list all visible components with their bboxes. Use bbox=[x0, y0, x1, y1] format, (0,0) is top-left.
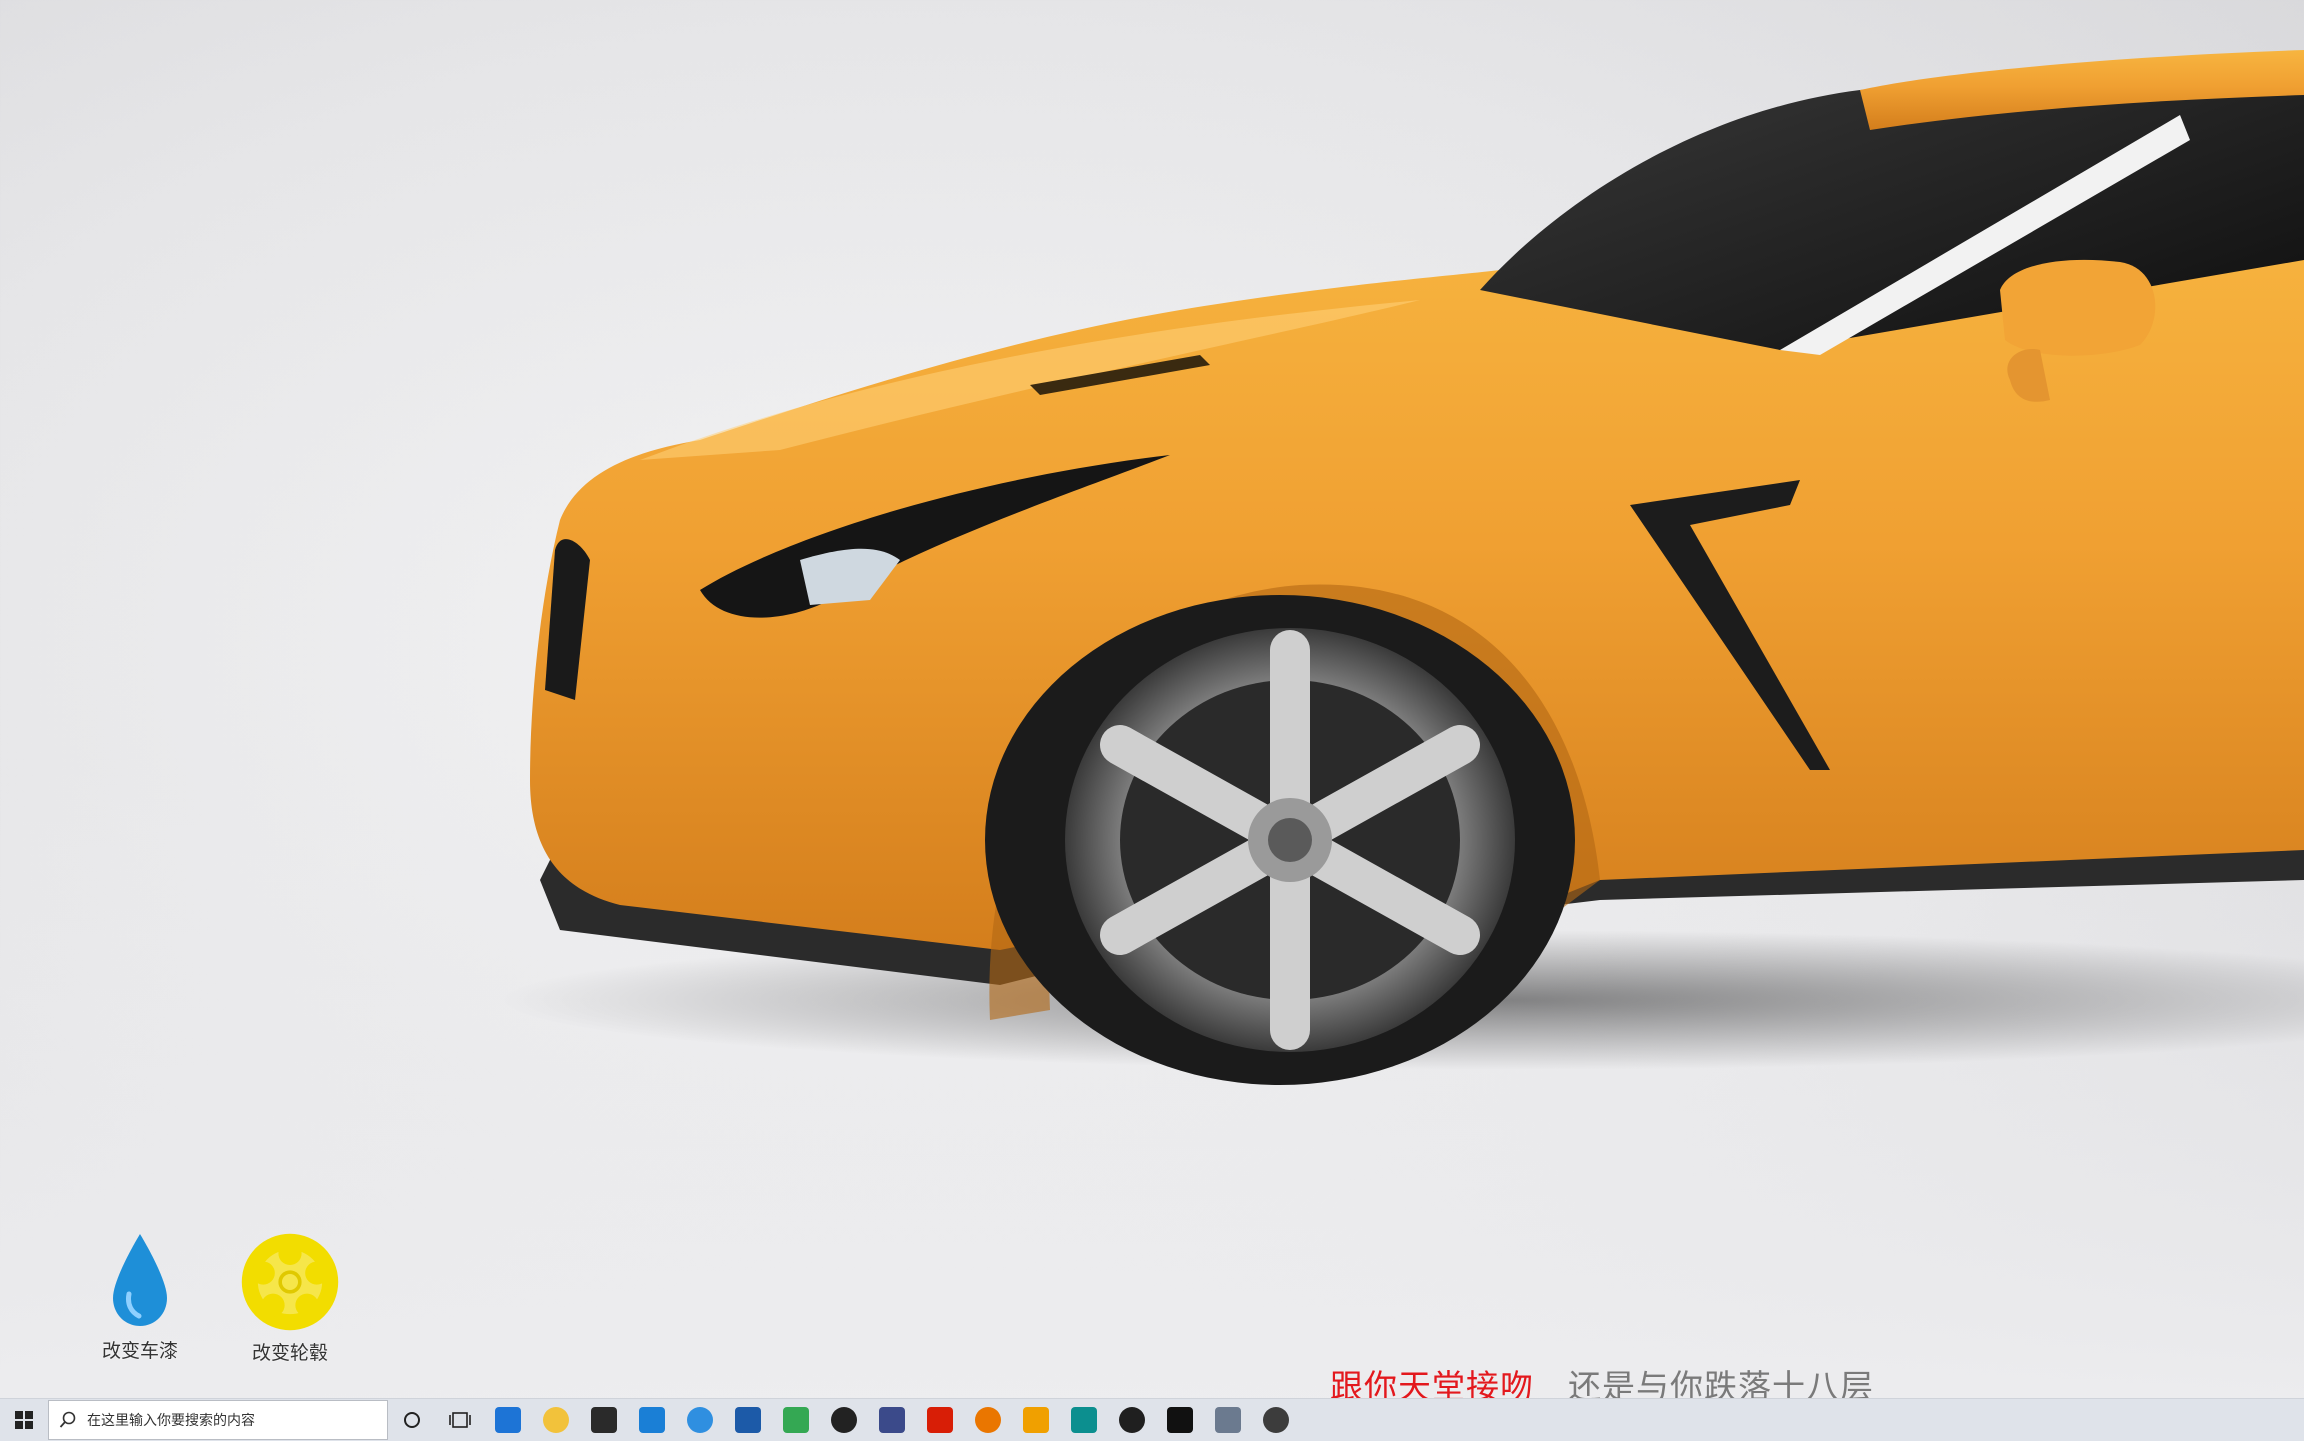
3dsmax-icon bbox=[1071, 1407, 1097, 1433]
cortana-circle-icon bbox=[404, 1412, 420, 1428]
taskbar-app-7[interactable] bbox=[820, 1399, 868, 1441]
record-app-icon bbox=[831, 1407, 857, 1433]
task-view-button[interactable] bbox=[436, 1399, 484, 1441]
taskbar-app-5[interactable] bbox=[724, 1399, 772, 1441]
pinned-apps bbox=[484, 1399, 1300, 1441]
taskbar-app-6[interactable] bbox=[772, 1399, 820, 1441]
change-paint-button[interactable]: 改变车漆 bbox=[70, 1230, 210, 1363]
taskbar-app-9[interactable] bbox=[916, 1399, 964, 1441]
taskbar-app-3[interactable] bbox=[628, 1399, 676, 1441]
blender-icon bbox=[975, 1407, 1001, 1433]
davinci-icon bbox=[1119, 1407, 1145, 1433]
taskbar-app-1[interactable] bbox=[532, 1399, 580, 1441]
wheel-rim-icon bbox=[241, 1233, 339, 1331]
windows-logo-icon bbox=[15, 1411, 33, 1429]
taskbar: 在这里输入你要搜索的内容 bbox=[0, 1398, 2304, 1441]
globe-app-icon bbox=[879, 1407, 905, 1433]
taskbar-app-14[interactable] bbox=[1156, 1399, 1204, 1441]
taskbar-app-8[interactable] bbox=[868, 1399, 916, 1441]
taskbar-app-2[interactable] bbox=[580, 1399, 628, 1441]
taskbar-app-0[interactable] bbox=[484, 1399, 532, 1441]
change-rim-button[interactable]: 改变轮毂 bbox=[220, 1232, 360, 1365]
mail-icon bbox=[639, 1407, 665, 1433]
edge-icon bbox=[495, 1407, 521, 1433]
taskbar-app-15[interactable] bbox=[1204, 1399, 1252, 1441]
car-render bbox=[500, 50, 2304, 1085]
netease-music-icon bbox=[927, 1407, 953, 1433]
unreal-engine-icon bbox=[1167, 1407, 1193, 1433]
tool-app-icon bbox=[1263, 1407, 1289, 1433]
file-explorer-icon bbox=[543, 1407, 569, 1433]
lyric-current-line: 跟你天堂接吻 bbox=[1330, 1367, 1534, 1398]
bird-app-icon bbox=[687, 1407, 713, 1433]
lyric-next-line: 还是与你跌落十八层 bbox=[1568, 1367, 1874, 1398]
desktop: 改变车漆 改变轮毂 跟你天堂接吻 还是与你跌落十八层 bbox=[0, 0, 2304, 1398]
start-button[interactable] bbox=[0, 1399, 48, 1441]
photos-app-icon bbox=[1215, 1407, 1241, 1433]
taskbar-app-4[interactable] bbox=[676, 1399, 724, 1441]
taskbar-search-box[interactable]: 在这里输入你要搜索的内容 bbox=[48, 1400, 388, 1440]
desktop-lyrics: 跟你天堂接吻 还是与你跌落十八层 bbox=[1330, 1360, 1874, 1398]
taskbar-app-16[interactable] bbox=[1252, 1399, 1300, 1441]
taskbar-app-12[interactable] bbox=[1060, 1399, 1108, 1441]
media-player-icon bbox=[1023, 1407, 1049, 1433]
task-view-icon bbox=[449, 1412, 471, 1428]
taskbar-app-13[interactable] bbox=[1108, 1399, 1156, 1441]
taskbar-app-11[interactable] bbox=[1012, 1399, 1060, 1441]
water-drop-icon bbox=[113, 1234, 167, 1326]
change-rim-label: 改变轮毂 bbox=[251, 1342, 328, 1364]
store-icon bbox=[591, 1407, 617, 1433]
search-placeholder: 在这里输入你要搜索的内容 bbox=[87, 1413, 255, 1429]
change-paint-label: 改变车漆 bbox=[101, 1340, 178, 1362]
cortana-button[interactable] bbox=[388, 1399, 436, 1441]
eye-app-icon bbox=[735, 1407, 761, 1433]
taskbar-app-10[interactable] bbox=[964, 1399, 1012, 1441]
chrome-icon bbox=[783, 1407, 809, 1433]
search-icon bbox=[59, 1411, 76, 1428]
